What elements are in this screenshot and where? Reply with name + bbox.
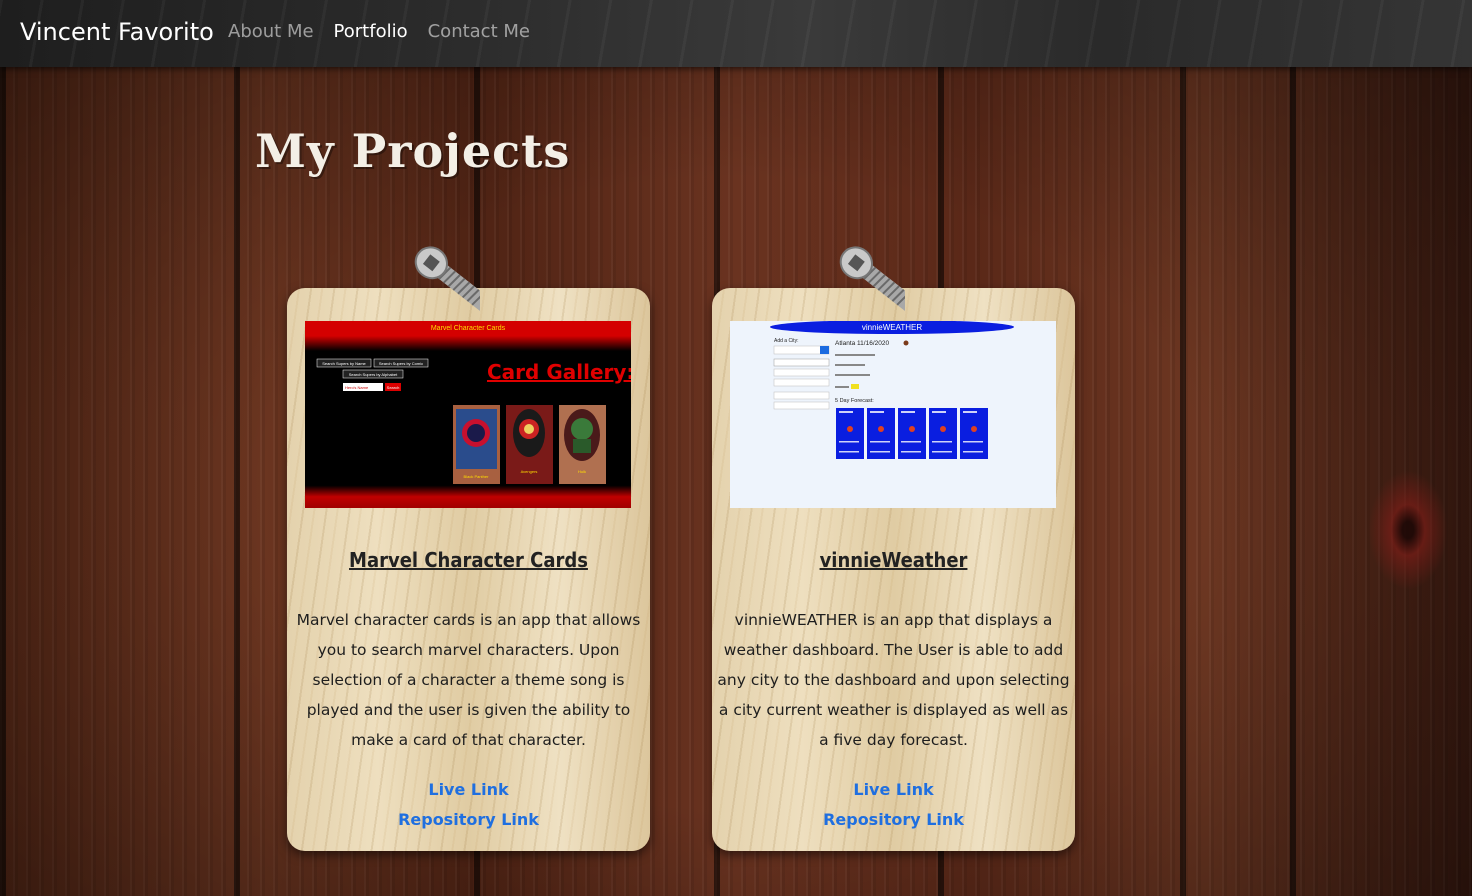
wood-knot-decoration bbox=[1368, 470, 1448, 590]
thumb-gallery-title: Card Gallery: bbox=[487, 360, 631, 384]
thumb-search-comic: Search Supers by Comic bbox=[379, 361, 423, 366]
project-description-vinnieweather: vinnieWEATHER is an app that displays a … bbox=[717, 611, 1070, 749]
repo-link-marvel[interactable]: Repository Link bbox=[287, 810, 650, 829]
project-title-marvel[interactable]: Marvel Character Cards bbox=[287, 548, 650, 572]
nav-link-contact-me[interactable]: Contact Me bbox=[428, 21, 530, 42]
project-title-vinnieweather[interactable]: vinnieWeather bbox=[712, 548, 1075, 572]
top-navbar: Vincent Favorito About Me Portfolio Cont… bbox=[0, 0, 1472, 67]
weather-screenshot-image: vinnieWEATHER Add a City: Atlanta 11/16/… bbox=[770, 321, 1014, 459]
project-card-vinnieweather: vinnieWEATHER Add a City: Atlanta 11/16/… bbox=[712, 288, 1075, 851]
thumb-search-name: Search Supers by Name bbox=[322, 361, 366, 366]
live-link-marvel[interactable]: Live Link bbox=[287, 780, 650, 799]
bolt-icon bbox=[839, 246, 905, 312]
nav-link-about-me[interactable]: About Me bbox=[228, 21, 314, 42]
bolt-icon bbox=[414, 246, 480, 312]
thumb-search-alpha: Search Supers by Alphabet bbox=[349, 372, 398, 377]
thumb-city-heading: Atlanta 11/16/2020 bbox=[835, 340, 889, 347]
nav-links: About Me Portfolio Contact Me bbox=[228, 21, 530, 42]
brand-link[interactable]: Vincent Favorito bbox=[20, 18, 214, 46]
project-card-marvel: Marvel Character Cards Search Supers by … bbox=[287, 288, 650, 851]
project-screenshot-vinnieweather[interactable]: vinnieWEATHER Add a City: Atlanta 11/16/… bbox=[730, 321, 1056, 508]
thumb-header: Marvel Character Cards bbox=[431, 325, 506, 332]
thumb-forecast-label: 5 Day Forecast: bbox=[835, 398, 874, 404]
live-link-vinnieweather[interactable]: Live Link bbox=[712, 780, 1075, 799]
thumb-add-city: Add a City: bbox=[774, 338, 798, 344]
repo-link-vinnieweather[interactable]: Repository Link bbox=[712, 810, 1075, 829]
thumb-banner: vinnieWEATHER bbox=[862, 323, 923, 332]
thumb-input: Hero's Name bbox=[345, 385, 369, 390]
marvel-screenshot-image: Marvel Character Cards Search Supers by … bbox=[316, 325, 631, 484]
page-title: My Projects bbox=[255, 124, 571, 178]
project-screenshot-marvel[interactable]: Marvel Character Cards Search Supers by … bbox=[305, 321, 631, 508]
thumb-card-3: Hulk bbox=[578, 469, 586, 474]
project-description-marvel: Marvel character cards is an app that al… bbox=[296, 611, 641, 749]
thumb-card-1: Black Panther bbox=[464, 474, 490, 479]
nav-link-portfolio[interactable]: Portfolio bbox=[334, 21, 408, 42]
thumb-search-btn: Search bbox=[387, 385, 400, 390]
thumb-card-2: Avengers bbox=[521, 469, 538, 474]
